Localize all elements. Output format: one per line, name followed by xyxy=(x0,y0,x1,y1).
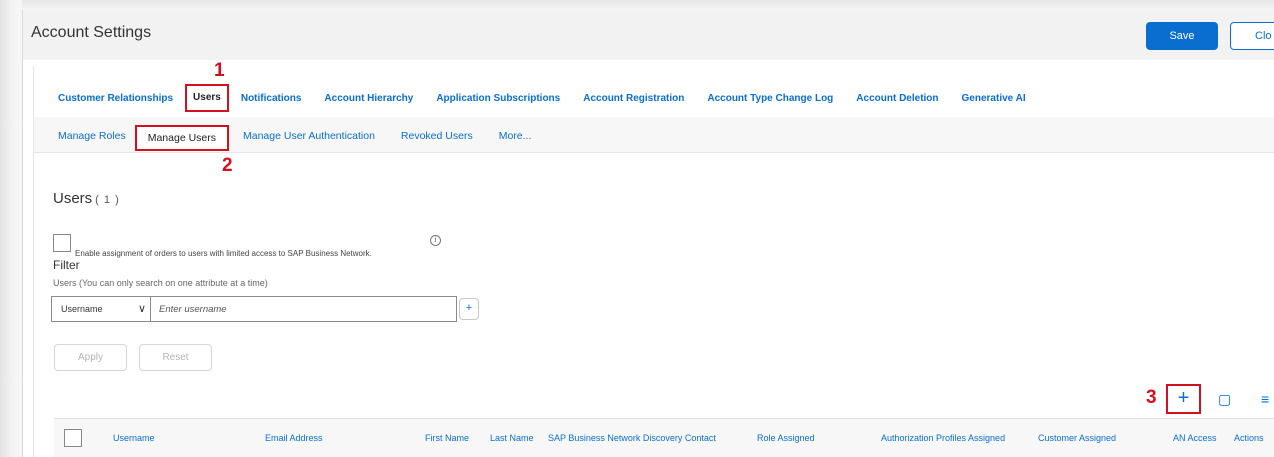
close-button[interactable]: Clo xyxy=(1230,22,1274,50)
tab-customer-relationships[interactable]: Customer Relationships xyxy=(58,84,173,114)
subtab-more[interactable]: More... xyxy=(499,125,532,151)
frame-shadow-top xyxy=(0,0,1274,10)
frame-shadow-left xyxy=(0,0,22,457)
sub-tab-list: Manage Roles Manage Users Manage User Au… xyxy=(58,125,557,151)
tab-users[interactable]: Users xyxy=(185,84,229,112)
tab-account-hierarchy[interactable]: Account Hierarchy xyxy=(324,84,413,114)
chevron-down-icon: ∨ xyxy=(137,303,146,315)
annotation-step-1: 1 xyxy=(214,60,225,81)
tab-application-subscriptions[interactable]: Application Subscriptions xyxy=(436,84,560,114)
users-title-text: Users xyxy=(53,190,93,207)
info-icon[interactable]: i xyxy=(430,235,441,246)
add-filter-button[interactable]: + xyxy=(459,298,479,320)
users-table-header: Username Email Address First Name Last N… xyxy=(54,418,1274,457)
screenshot-frame: Account Settings Save Clo 1 Customer Rel… xyxy=(0,0,1274,457)
enable-limited-access-label: Enable assignment of orders to users wit… xyxy=(75,249,372,258)
column-authorization-profiles[interactable]: Authorization Profiles Assigned xyxy=(881,433,1005,443)
column-username[interactable]: Username xyxy=(113,433,155,443)
filter-hint: Users (You can only search on one attrib… xyxy=(53,278,268,288)
tab-generative-ai[interactable]: Generative AI xyxy=(962,84,1026,114)
tab-account-registration[interactable]: Account Registration xyxy=(583,84,684,114)
tab-account-type-change-log[interactable]: Account Type Change Log xyxy=(707,84,833,114)
add-user-button[interactable]: + xyxy=(1166,384,1201,414)
column-last-name[interactable]: Last Name xyxy=(490,433,534,443)
filter-attribute-select[interactable]: Username ∨ xyxy=(51,296,151,322)
column-an-access[interactable]: AN Access xyxy=(1173,433,1217,443)
subtab-manage-roles[interactable]: Manage Roles xyxy=(58,125,126,151)
filter-attribute-value: Username xyxy=(61,304,103,314)
users-section-title: Users( 1 ) xyxy=(53,190,120,207)
enable-limited-access-checkbox[interactable] xyxy=(53,234,71,252)
column-discovery-contact[interactable]: SAP Business Network Discovery Contact xyxy=(548,433,716,443)
apply-button[interactable]: Apply xyxy=(54,344,127,371)
column-actions[interactable]: Actions xyxy=(1234,433,1264,443)
table-view-icon[interactable]: ≡ xyxy=(1261,391,1269,407)
column-first-name[interactable]: First Name xyxy=(425,433,469,443)
subtab-manage-user-authentication[interactable]: Manage User Authentication xyxy=(243,125,375,151)
page-title: Account Settings xyxy=(31,24,152,41)
reset-button[interactable]: Reset xyxy=(139,344,212,371)
users-count: ( 1 ) xyxy=(95,194,120,206)
column-customer-assigned[interactable]: Customer Assigned xyxy=(1038,433,1116,443)
annotation-step-2: 2 xyxy=(222,155,233,176)
annotation-step-3: 3 xyxy=(1146,387,1157,408)
subtab-manage-users[interactable]: Manage Users xyxy=(134,125,229,151)
table-settings-icon[interactable]: ▢ xyxy=(1218,391,1231,408)
filter-label: Filter xyxy=(53,258,80,272)
select-all-checkbox[interactable] xyxy=(64,429,82,447)
column-role-assigned[interactable]: Role Assigned xyxy=(757,433,815,443)
column-email-address[interactable]: Email Address xyxy=(265,433,323,443)
subtab-revoked-users[interactable]: Revoked Users xyxy=(401,125,473,151)
top-tab-bar: Customer Relationships Users Notificatio… xyxy=(58,84,1049,114)
account-settings-window: Account Settings Save Clo 1 Customer Rel… xyxy=(22,10,1274,457)
username-search-input[interactable] xyxy=(150,296,457,322)
save-button[interactable]: Save xyxy=(1146,22,1218,50)
sub-tab-bar: Manage Roles Manage Users Manage User Au… xyxy=(34,117,1274,153)
title-bar: Account Settings Save Clo xyxy=(23,10,1274,60)
tab-account-deletion[interactable]: Account Deletion xyxy=(856,84,938,114)
tab-notifications[interactable]: Notifications xyxy=(241,84,302,114)
